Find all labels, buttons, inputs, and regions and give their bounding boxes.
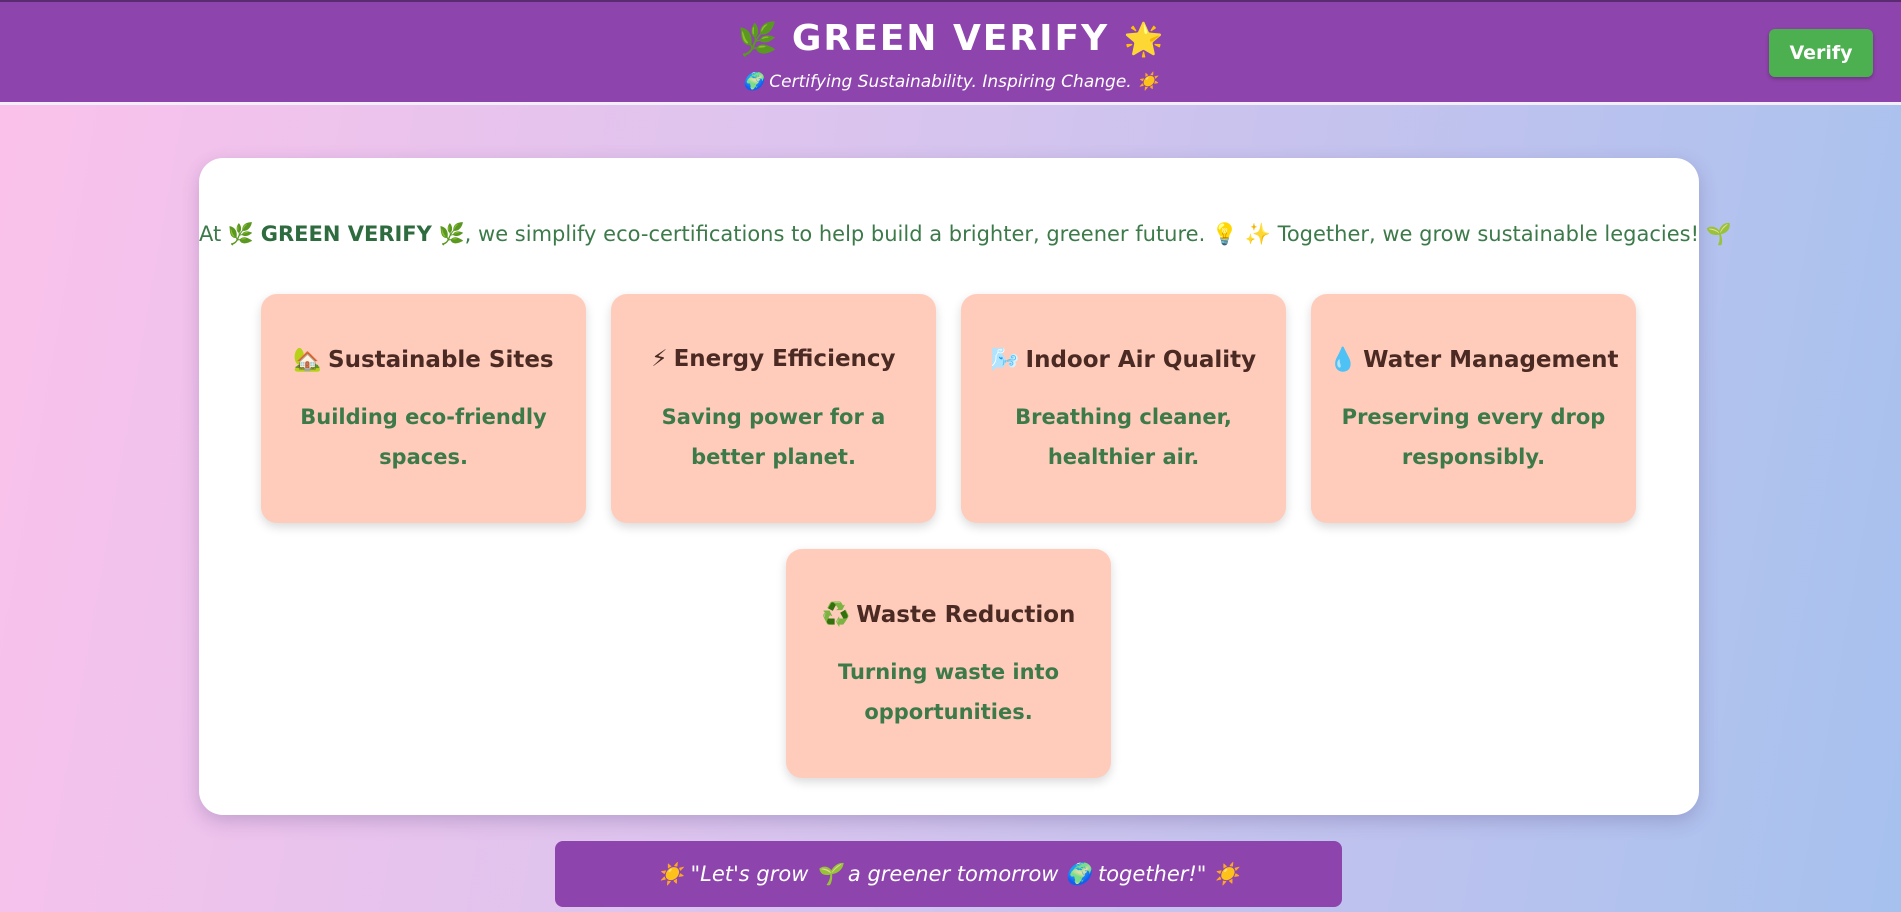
card-energy-efficiency: ⚡ Energy Efficiency Saving power for a be… bbox=[611, 294, 936, 523]
card-title: 💧 Water Management bbox=[1311, 346, 1636, 373]
card-title-text: Sustainable Sites bbox=[328, 347, 554, 373]
leaf-icon: 🌿 bbox=[737, 20, 778, 58]
card-water-management: 💧 Water Management Preserving every drop … bbox=[1311, 294, 1636, 523]
house-icon: 🏡 bbox=[293, 347, 323, 373]
tagline: 🌍 Certifying Sustainability. Inspiring C… bbox=[742, 72, 1159, 92]
card-title-text: Energy Efficiency bbox=[673, 346, 896, 372]
card-title-text: Water Management bbox=[1363, 347, 1619, 373]
card-title: 🏡 Sustainable Sites bbox=[261, 346, 586, 373]
footer-quote-bar: ☀️ "Let's grow 🌱 a greener tomorrow 🌍 to… bbox=[555, 841, 1342, 907]
site-header: 🌿 GREEN VERIFY 🌟 🌍 Certifying Sustainabi… bbox=[0, 0, 1901, 105]
card-waste-reduction: ♻️ Waste Reduction Turning waste into opp… bbox=[786, 549, 1111, 778]
card-description: Turning waste into opportunities. bbox=[837, 660, 1060, 724]
card-title: 🌬️ Indoor Air Quality bbox=[961, 346, 1286, 373]
card-sustainable-sites: 🏡 Sustainable Sites Building eco-friendly… bbox=[261, 294, 586, 523]
card-description: Building eco-friendly spaces. bbox=[300, 405, 547, 469]
lightning-icon: ⚡ bbox=[651, 346, 668, 372]
brand-name: GREEN VERIFY bbox=[791, 18, 1110, 59]
intro-brand: GREEN VERIFY bbox=[260, 222, 432, 246]
card-indoor-air-quality: 🌬️ Indoor Air Quality Breathing cleaner, … bbox=[961, 294, 1286, 523]
intro-rest: 🌿, we simplify eco-certifications to hel… bbox=[431, 222, 1732, 246]
main-panel: At 🌿 GREEN VERIFY 🌿, we simplify eco-cer… bbox=[199, 158, 1732, 815]
recycle-icon: ♻️ bbox=[821, 602, 851, 628]
card-title: ♻️ Waste Reduction bbox=[786, 601, 1111, 628]
droplet-icon: 💧 bbox=[1328, 347, 1358, 373]
card-description: Saving power for a better planet. bbox=[661, 405, 886, 469]
wind-face-icon: 🌬️ bbox=[990, 347, 1020, 373]
card-title-text: Indoor Air Quality bbox=[1025, 347, 1257, 373]
card-title: ⚡ Energy Efficiency bbox=[611, 346, 936, 372]
card-description: Breathing cleaner, healthier air. bbox=[1015, 405, 1232, 469]
star-icon: 🌟 bbox=[1123, 20, 1164, 58]
card-description: Preserving every drop responsibly. bbox=[1341, 405, 1606, 469]
verify-button[interactable]: Verify bbox=[1769, 29, 1873, 77]
brand-title: 🌿 GREEN VERIFY 🌟 bbox=[0, 18, 1901, 59]
card-title-text: Waste Reduction bbox=[856, 602, 1076, 628]
footer-quote: ☀️ "Let's grow 🌱 a greener tomorrow 🌍 to… bbox=[657, 862, 1240, 886]
intro-text: At 🌿 GREEN VERIFY 🌿, we simplify eco-cer… bbox=[199, 222, 1732, 247]
intro-lead: At 🌿 bbox=[199, 222, 261, 246]
